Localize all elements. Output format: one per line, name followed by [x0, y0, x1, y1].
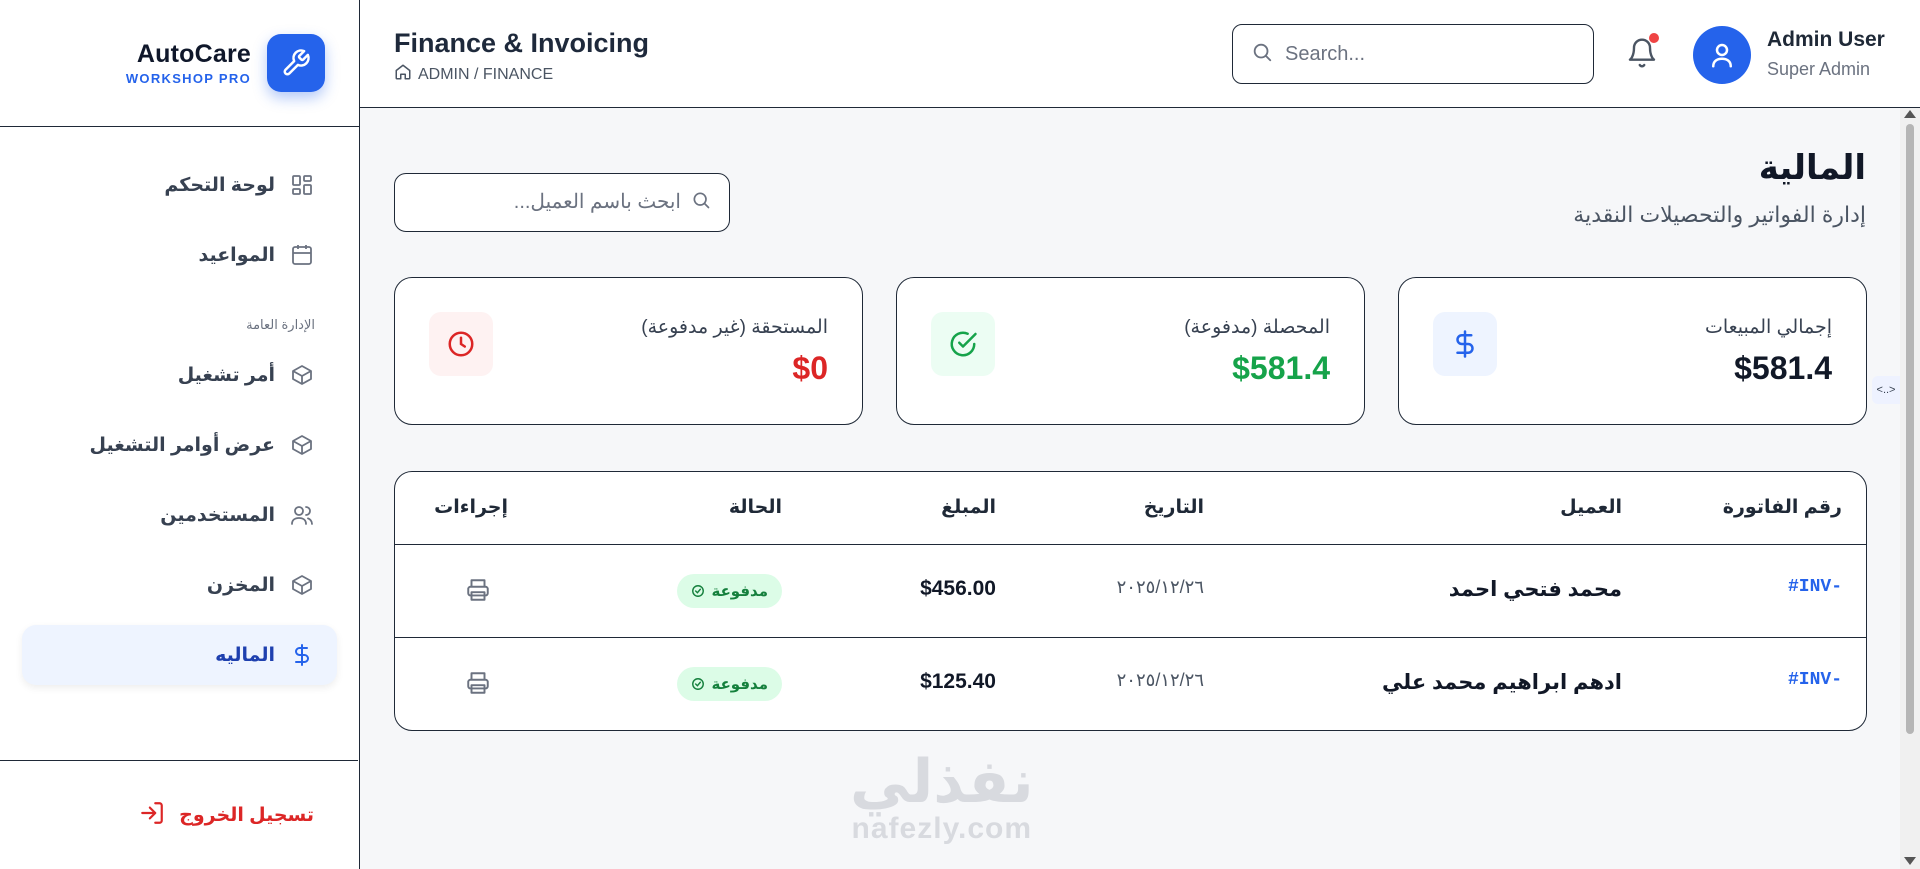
status-badge: مدفوعة [677, 574, 782, 608]
side-panel-tab[interactable]: <..> [1872, 376, 1900, 404]
status-label: مدفوعة [711, 583, 768, 600]
sidebar-item-dashboard[interactable]: لوحة التحكم [22, 155, 337, 215]
card-label: إجمالي المبيعات [1704, 317, 1832, 338]
sidebar-item-label: لوحة التحكم [164, 174, 275, 196]
user-role: Super Admin [1767, 59, 1871, 79]
clock-icon [429, 312, 493, 376]
column-header-client[interactable]: العميل [1560, 496, 1622, 519]
check-circle-icon [692, 585, 705, 597]
invoice-amount: $456.00 [920, 577, 996, 600]
avatar[interactable] [1693, 26, 1751, 84]
logout-button[interactable]: تسجيل الخروج [0, 760, 358, 869]
sidebar-item-label: عرض أوامر التشغيل [89, 434, 275, 456]
sidebar-nav: لوحة التحكم المواعيد الإدارة العامة أمر … [0, 127, 359, 685]
column-header-amount[interactable]: المبلغ [941, 496, 996, 519]
watermark-latin: nafezly.com [851, 812, 1033, 845]
outstanding-card: المستحقة (غير مدفوعة) $0 [394, 277, 863, 425]
calendar-icon [289, 242, 315, 268]
scroll-thumb[interactable] [1906, 124, 1914, 734]
invoice-amount: $125.40 [920, 670, 996, 693]
invoices-table: رقم الفاتورة العميل التاريخ المبلغ الحال… [394, 471, 1867, 731]
wrench-icon [267, 34, 325, 92]
home-icon[interactable] [394, 63, 412, 86]
table-header: رقم الفاتورة العميل التاريخ المبلغ الحال… [395, 472, 1866, 545]
dollar-icon [1433, 312, 1497, 376]
logout-icon [139, 800, 165, 831]
card-label: المستحقة (غير مدفوعة) [641, 317, 828, 338]
watermark: نفذلي nafezly.com [850, 752, 1034, 846]
card-value: $581.4 [1232, 350, 1330, 386]
users-icon [289, 502, 315, 528]
print-button[interactable] [465, 577, 491, 603]
check-circle-icon [931, 312, 995, 376]
sidebar: AutoCare WORKSHOP PRO لوحة التحكم المواع… [0, 0, 360, 869]
invoice-number[interactable]: #INV- [1788, 670, 1842, 690]
breadcrumb-text: ADMIN / FINANCE [418, 65, 554, 83]
sidebar-item-label: المخزن [206, 574, 275, 596]
search-input[interactable] [1285, 42, 1555, 66]
client-name: محمد فتحي احمد [1448, 578, 1622, 601]
breadcrumb: ADMIN / FINANCE [394, 63, 553, 86]
status-label: مدفوعة [711, 676, 768, 693]
client-name: ادهم ابراهيم محمد علي [1382, 671, 1622, 694]
user-icon [1712, 43, 1732, 68]
column-header-actions: إجراءات [434, 497, 508, 518]
card-value: $581.4 [1734, 350, 1832, 386]
table-row[interactable]: #INV- ادهم ابراهيم محمد علي ٢٠٢٥/١٢/٢٦ $… [395, 638, 1866, 730]
check-circle-icon [692, 678, 705, 690]
scroll-down-arrow[interactable] [1904, 857, 1916, 865]
card-label: المحصلة (مدفوعة) [1184, 317, 1330, 338]
client-search-box[interactable] [394, 173, 730, 232]
page-title: Finance & Invoicing [394, 28, 650, 58]
sidebar-item-label: المواعيد [198, 244, 275, 266]
brand-subtitle: WORKSHOP PRO [125, 71, 251, 86]
watermark-arabic: نفذلي [850, 748, 1034, 815]
client-search-input[interactable] [421, 191, 681, 214]
invoice-date: ٢٠٢٥/١٢/٢٦ [1116, 577, 1204, 597]
search-icon [1251, 41, 1273, 68]
section-subtitle: إدارة الفواتير والتحصيلات النقدية [1573, 202, 1866, 227]
status-badge: مدفوعة [677, 667, 782, 701]
main-content: المالية إدارة الفواتير والتحصيلات النقدي… [360, 108, 1900, 869]
sidebar-item-label: المستخدمين [160, 504, 275, 526]
column-header-date[interactable]: التاريخ [1144, 496, 1204, 519]
sidebar-item-appointments[interactable]: المواعيد [22, 225, 337, 285]
collected-card: المحصلة (مدفوعة) $581.4 [896, 277, 1365, 425]
printer-icon [467, 579, 489, 601]
dollar-icon [289, 642, 315, 668]
notification-dot [1649, 33, 1659, 43]
sidebar-item-warehouse[interactable]: المخزن [22, 555, 337, 615]
invoice-date: ٢٠٢٥/١٢/٢٦ [1116, 670, 1204, 690]
sidebar-item-work-order[interactable]: أمر تشغيل [22, 345, 337, 405]
brand-name: AutoCare [136, 40, 251, 68]
sidebar-section-label: الإدارة العامة [246, 317, 315, 332]
invoice-number[interactable]: #INV- [1788, 577, 1842, 597]
sidebar-item-finance[interactable]: الماليه [22, 625, 337, 685]
notifications-button[interactable] [1626, 33, 1660, 72]
top-header: Finance & Invoicing ADMIN / FINANCE Admi… [360, 0, 1920, 108]
sidebar-item-view-work-orders[interactable]: عرض أوامر التشغيل [22, 415, 337, 475]
column-header-status[interactable]: الحالة [729, 496, 782, 519]
section-title: المالية [1758, 149, 1866, 187]
table-row[interactable]: #INV- محمد فتحي احمد ٢٠٢٥/١٢/٢٦ $456.00 … [395, 545, 1866, 638]
column-header-invoice[interactable]: رقم الفاتورة [1723, 496, 1842, 519]
dashboard-grid-icon [289, 172, 315, 198]
scroll-up-arrow[interactable] [1904, 110, 1916, 118]
printer-icon [467, 672, 489, 694]
card-value: $0 [792, 350, 828, 386]
logout-label: تسجيل الخروج [179, 804, 314, 826]
package-icon [289, 572, 315, 598]
package-icon [289, 432, 315, 458]
search-box[interactable] [1232, 24, 1594, 84]
sidebar-item-label: أمر تشغيل [177, 364, 275, 386]
package-icon [289, 362, 315, 388]
total-sales-card: إجمالي المبيعات $581.4 [1398, 277, 1867, 425]
brand: AutoCare WORKSHOP PRO [0, 0, 359, 127]
sidebar-item-users[interactable]: المستخدمين [22, 485, 337, 545]
search-icon [691, 190, 711, 215]
page-scrollbar[interactable] [1900, 108, 1920, 869]
print-button[interactable] [465, 670, 491, 696]
sidebar-item-label: الماليه [215, 644, 275, 666]
user-name: Admin User [1767, 28, 1885, 51]
